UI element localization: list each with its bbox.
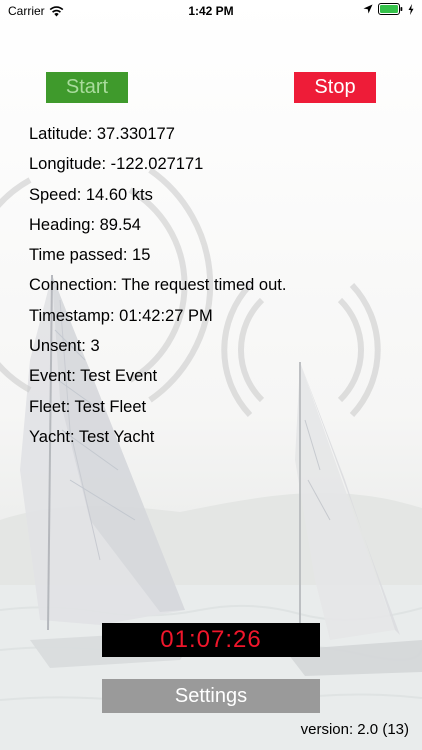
race-timer-display: 01:07:26 xyxy=(102,623,320,657)
charging-bolt-icon xyxy=(408,3,414,15)
unsent-label: Unsent: 3 xyxy=(29,337,100,356)
longitude-label: Longitude: -122.027171 xyxy=(29,155,204,174)
event-label: Event: Test Event xyxy=(29,367,158,386)
speed-label: Speed: 14.60 kts xyxy=(29,185,153,204)
stop-button[interactable]: Stop xyxy=(294,72,376,103)
connection-label: Connection: The request timed out. xyxy=(29,276,287,295)
version-label: version: 2.0 (13) xyxy=(300,721,409,738)
settings-button[interactable]: Settings xyxy=(102,679,320,713)
battery-icon xyxy=(378,3,403,15)
status-right xyxy=(363,3,414,15)
latitude-label: Latitude: 37.330177 xyxy=(29,125,175,143)
heading-label: Heading: 89.54 xyxy=(29,215,141,234)
status-bar: Carrier 1:42 PM xyxy=(0,0,422,22)
fleet-label: Fleet: Test Fleet xyxy=(29,397,147,416)
location-arrow-icon xyxy=(363,4,373,14)
status-time: 1:42 PM xyxy=(188,4,234,18)
yacht-label: Yacht: Test Yacht xyxy=(29,427,155,446)
time-passed-label: Time passed: 15 xyxy=(29,246,151,265)
start-button[interactable]: Start xyxy=(46,72,128,103)
timestamp-label: Timestamp: 01:42:27 PM xyxy=(29,306,213,325)
tracking-info-list: Latitude: 37.330177 Longitude: -122.0271… xyxy=(29,121,286,454)
